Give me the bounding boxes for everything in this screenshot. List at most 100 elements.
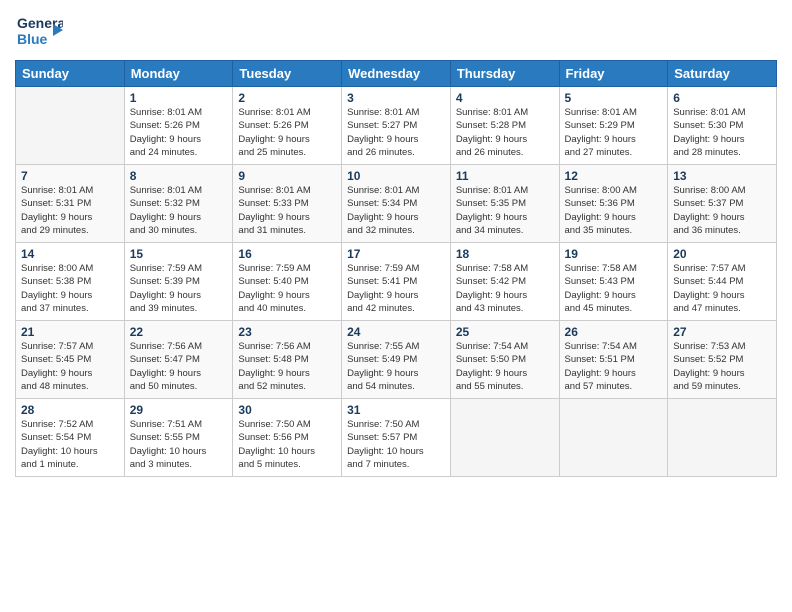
day-number: 18 <box>456 247 554 261</box>
calendar-container: General Blue SundayMondayTuesdayWednesda… <box>0 0 792 612</box>
day-header-monday: Monday <box>124 61 233 87</box>
day-info: Sunrise: 8:01 AM Sunset: 5:27 PM Dayligh… <box>347 106 445 159</box>
header: General Blue <box>15 10 777 52</box>
day-info: Sunrise: 7:57 AM Sunset: 5:45 PM Dayligh… <box>21 340 119 393</box>
day-cell: 17Sunrise: 7:59 AM Sunset: 5:41 PM Dayli… <box>342 243 451 321</box>
day-info: Sunrise: 7:59 AM Sunset: 5:40 PM Dayligh… <box>238 262 336 315</box>
day-number: 10 <box>347 169 445 183</box>
day-number: 1 <box>130 91 228 105</box>
day-number: 29 <box>130 403 228 417</box>
week-row-3: 21Sunrise: 7:57 AM Sunset: 5:45 PM Dayli… <box>16 321 777 399</box>
day-info: Sunrise: 7:52 AM Sunset: 5:54 PM Dayligh… <box>21 418 119 471</box>
day-cell: 9Sunrise: 8:01 AM Sunset: 5:33 PM Daylig… <box>233 165 342 243</box>
day-cell <box>668 399 777 477</box>
day-cell: 6Sunrise: 8:01 AM Sunset: 5:30 PM Daylig… <box>668 87 777 165</box>
day-number: 23 <box>238 325 336 339</box>
day-cell: 1Sunrise: 8:01 AM Sunset: 5:26 PM Daylig… <box>124 87 233 165</box>
day-cell: 19Sunrise: 7:58 AM Sunset: 5:43 PM Dayli… <box>559 243 668 321</box>
week-row-2: 14Sunrise: 8:00 AM Sunset: 5:38 PM Dayli… <box>16 243 777 321</box>
day-cell: 14Sunrise: 8:00 AM Sunset: 5:38 PM Dayli… <box>16 243 125 321</box>
week-row-1: 7Sunrise: 8:01 AM Sunset: 5:31 PM Daylig… <box>16 165 777 243</box>
day-number: 31 <box>347 403 445 417</box>
day-header-saturday: Saturday <box>668 61 777 87</box>
day-info: Sunrise: 8:01 AM Sunset: 5:29 PM Dayligh… <box>565 106 663 159</box>
day-cell: 22Sunrise: 7:56 AM Sunset: 5:47 PM Dayli… <box>124 321 233 399</box>
day-cell: 2Sunrise: 8:01 AM Sunset: 5:26 PM Daylig… <box>233 87 342 165</box>
day-cell: 28Sunrise: 7:52 AM Sunset: 5:54 PM Dayli… <box>16 399 125 477</box>
day-cell <box>559 399 668 477</box>
day-cell <box>16 87 125 165</box>
header-row: SundayMondayTuesdayWednesdayThursdayFrid… <box>16 61 777 87</box>
week-row-4: 28Sunrise: 7:52 AM Sunset: 5:54 PM Dayli… <box>16 399 777 477</box>
day-cell: 12Sunrise: 8:00 AM Sunset: 5:36 PM Dayli… <box>559 165 668 243</box>
day-cell: 23Sunrise: 7:56 AM Sunset: 5:48 PM Dayli… <box>233 321 342 399</box>
day-number: 3 <box>347 91 445 105</box>
day-header-thursday: Thursday <box>450 61 559 87</box>
day-number: 27 <box>673 325 771 339</box>
day-cell: 13Sunrise: 8:00 AM Sunset: 5:37 PM Dayli… <box>668 165 777 243</box>
day-number: 9 <box>238 169 336 183</box>
day-info: Sunrise: 8:00 AM Sunset: 5:36 PM Dayligh… <box>565 184 663 237</box>
day-info: Sunrise: 8:01 AM Sunset: 5:34 PM Dayligh… <box>347 184 445 237</box>
day-cell: 15Sunrise: 7:59 AM Sunset: 5:39 PM Dayli… <box>124 243 233 321</box>
day-number: 7 <box>21 169 119 183</box>
day-info: Sunrise: 7:50 AM Sunset: 5:57 PM Dayligh… <box>347 418 445 471</box>
day-info: Sunrise: 8:01 AM Sunset: 5:26 PM Dayligh… <box>130 106 228 159</box>
day-number: 5 <box>565 91 663 105</box>
day-info: Sunrise: 8:01 AM Sunset: 5:30 PM Dayligh… <box>673 106 771 159</box>
day-number: 15 <box>130 247 228 261</box>
day-info: Sunrise: 7:54 AM Sunset: 5:51 PM Dayligh… <box>565 340 663 393</box>
day-info: Sunrise: 7:59 AM Sunset: 5:39 PM Dayligh… <box>130 262 228 315</box>
day-number: 11 <box>456 169 554 183</box>
day-cell: 18Sunrise: 7:58 AM Sunset: 5:42 PM Dayli… <box>450 243 559 321</box>
logo: General Blue <box>15 10 63 52</box>
day-cell: 30Sunrise: 7:50 AM Sunset: 5:56 PM Dayli… <box>233 399 342 477</box>
day-info: Sunrise: 8:00 AM Sunset: 5:37 PM Dayligh… <box>673 184 771 237</box>
day-number: 25 <box>456 325 554 339</box>
day-cell: 20Sunrise: 7:57 AM Sunset: 5:44 PM Dayli… <box>668 243 777 321</box>
day-info: Sunrise: 7:56 AM Sunset: 5:47 PM Dayligh… <box>130 340 228 393</box>
day-number: 12 <box>565 169 663 183</box>
day-number: 13 <box>673 169 771 183</box>
day-cell: 4Sunrise: 8:01 AM Sunset: 5:28 PM Daylig… <box>450 87 559 165</box>
day-cell: 24Sunrise: 7:55 AM Sunset: 5:49 PM Dayli… <box>342 321 451 399</box>
day-number: 8 <box>130 169 228 183</box>
logo-icon: General Blue <box>15 10 63 52</box>
day-number: 14 <box>21 247 119 261</box>
day-cell: 25Sunrise: 7:54 AM Sunset: 5:50 PM Dayli… <box>450 321 559 399</box>
day-header-tuesday: Tuesday <box>233 61 342 87</box>
day-cell: 31Sunrise: 7:50 AM Sunset: 5:57 PM Dayli… <box>342 399 451 477</box>
day-cell: 21Sunrise: 7:57 AM Sunset: 5:45 PM Dayli… <box>16 321 125 399</box>
svg-text:Blue: Blue <box>17 31 48 47</box>
week-row-0: 1Sunrise: 8:01 AM Sunset: 5:26 PM Daylig… <box>16 87 777 165</box>
day-cell: 16Sunrise: 7:59 AM Sunset: 5:40 PM Dayli… <box>233 243 342 321</box>
calendar-table: SundayMondayTuesdayWednesdayThursdayFrid… <box>15 60 777 477</box>
day-info: Sunrise: 7:58 AM Sunset: 5:43 PM Dayligh… <box>565 262 663 315</box>
day-header-wednesday: Wednesday <box>342 61 451 87</box>
day-info: Sunrise: 7:54 AM Sunset: 5:50 PM Dayligh… <box>456 340 554 393</box>
day-info: Sunrise: 8:00 AM Sunset: 5:38 PM Dayligh… <box>21 262 119 315</box>
day-number: 28 <box>21 403 119 417</box>
day-number: 2 <box>238 91 336 105</box>
day-cell: 3Sunrise: 8:01 AM Sunset: 5:27 PM Daylig… <box>342 87 451 165</box>
day-number: 16 <box>238 247 336 261</box>
day-info: Sunrise: 7:51 AM Sunset: 5:55 PM Dayligh… <box>130 418 228 471</box>
day-number: 17 <box>347 247 445 261</box>
day-cell: 29Sunrise: 7:51 AM Sunset: 5:55 PM Dayli… <box>124 399 233 477</box>
day-cell <box>450 399 559 477</box>
day-info: Sunrise: 7:53 AM Sunset: 5:52 PM Dayligh… <box>673 340 771 393</box>
day-number: 4 <box>456 91 554 105</box>
day-info: Sunrise: 8:01 AM Sunset: 5:26 PM Dayligh… <box>238 106 336 159</box>
day-info: Sunrise: 7:59 AM Sunset: 5:41 PM Dayligh… <box>347 262 445 315</box>
day-header-sunday: Sunday <box>16 61 125 87</box>
day-info: Sunrise: 7:57 AM Sunset: 5:44 PM Dayligh… <box>673 262 771 315</box>
day-number: 6 <box>673 91 771 105</box>
day-info: Sunrise: 8:01 AM Sunset: 5:28 PM Dayligh… <box>456 106 554 159</box>
day-header-friday: Friday <box>559 61 668 87</box>
day-number: 20 <box>673 247 771 261</box>
day-cell: 8Sunrise: 8:01 AM Sunset: 5:32 PM Daylig… <box>124 165 233 243</box>
day-info: Sunrise: 8:01 AM Sunset: 5:35 PM Dayligh… <box>456 184 554 237</box>
day-cell: 10Sunrise: 8:01 AM Sunset: 5:34 PM Dayli… <box>342 165 451 243</box>
day-cell: 5Sunrise: 8:01 AM Sunset: 5:29 PM Daylig… <box>559 87 668 165</box>
day-info: Sunrise: 7:58 AM Sunset: 5:42 PM Dayligh… <box>456 262 554 315</box>
